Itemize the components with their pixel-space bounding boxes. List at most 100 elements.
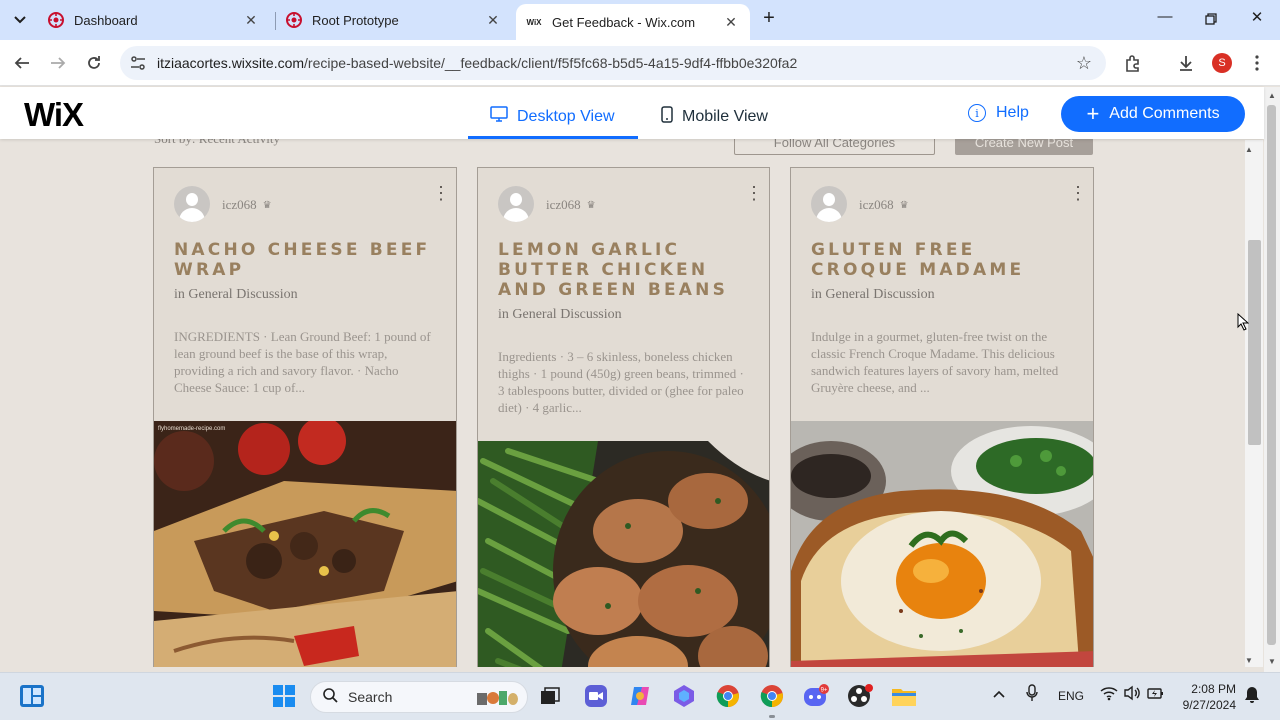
post-title[interactable]: Gluten Free Croque Madame: [811, 240, 1081, 280]
post-title[interactable]: Lemon Garlic Butter Chicken and Green Be…: [498, 240, 760, 300]
forum-page: Sort by: Recent Activity Follow All Cate…: [0, 139, 1264, 667]
tab-close-icon[interactable]: ✕: [722, 14, 740, 31]
author-avatar[interactable]: [174, 186, 210, 222]
crown-icon: ♛: [262, 199, 272, 211]
add-comments-button[interactable]: + Add Comments: [1061, 96, 1245, 132]
restore-icon[interactable]: [1188, 8, 1234, 32]
windows-start-icon[interactable]: [271, 683, 297, 709]
widgets-icon[interactable]: [19, 683, 45, 709]
wix-feedback-header: WiX Desktop View Mobile View i Help + Ad…: [0, 87, 1264, 139]
author-avatar[interactable]: [811, 186, 847, 222]
window-scroll-up-icon[interactable]: ▲: [1268, 91, 1276, 100]
copilot-hex-icon[interactable]: [671, 683, 697, 709]
window-scroll-down-icon[interactable]: ▼: [1268, 657, 1276, 666]
more-options-icon[interactable]: ⋮: [432, 184, 450, 202]
post-card-nacho[interactable]: icz068 ♛ ⋮ Nacho Cheese Beef Wrap in Gen…: [153, 167, 457, 667]
scroll-up-arrow-icon[interactable]: ▲: [1245, 145, 1253, 154]
desktop-view-label: Desktop View: [517, 107, 615, 125]
close-window-icon[interactable]: ✕: [1234, 8, 1280, 32]
zoom-app-icon[interactable]: [583, 683, 609, 709]
tab-get-feedback[interactable]: WiX Get Feedback - Wix.com ✕: [516, 4, 750, 40]
address-bar[interactable]: itziaacortes.wixsite.com/recipe-based-we…: [120, 46, 1106, 80]
mouse-cursor-icon: [1237, 312, 1250, 336]
language-indicator[interactable]: ENG: [1058, 689, 1084, 703]
windows-taskbar: Search 9+ ENG 2:08 PM 9/27/2024: [0, 672, 1280, 720]
clock-date: 9/27/2024: [1182, 698, 1236, 712]
url-text: itziaacortes.wixsite.com/recipe-based-we…: [157, 55, 797, 71]
create-new-post-button[interactable]: Create New Post: [955, 139, 1093, 155]
tab-title: Root Prototype: [312, 12, 399, 28]
more-options-icon[interactable]: ⋮: [1069, 184, 1087, 202]
mobile-view-label: Mobile View: [682, 108, 768, 125]
author-username: icz068: [859, 197, 894, 212]
scroll-down-arrow-icon[interactable]: ▼: [1245, 656, 1253, 665]
site-info-icon[interactable]: [130, 55, 146, 71]
post-excerpt: Indulge in a gourmet, gluten-free twist …: [811, 329, 1059, 395]
task-view-icon[interactable]: [537, 683, 563, 709]
menu-kebab-icon[interactable]: [1246, 52, 1268, 74]
search-highlight-icon: [475, 687, 519, 712]
post-cover-image[interactable]: flyhomemade-recipe.com: [154, 421, 456, 667]
volume-icon[interactable]: [1123, 685, 1141, 704]
notification-bell-icon[interactable]: [1244, 686, 1260, 707]
forward-icon[interactable]: [46, 51, 70, 75]
window-scrollbar-thumb[interactable]: [1267, 105, 1276, 645]
tab-root-prototype[interactable]: Root Prototype ✕: [276, 6, 512, 34]
notification-badge: 9+: [821, 688, 828, 694]
help-button[interactable]: i Help: [968, 104, 1029, 122]
discord-icon[interactable]: 9+: [803, 683, 829, 709]
mobile-view-tab[interactable]: Mobile View: [661, 106, 768, 128]
post-title[interactable]: Nacho Cheese Beef Wrap: [174, 240, 444, 280]
chrome-icon[interactable]: [715, 683, 741, 709]
author-avatar[interactable]: [498, 186, 534, 222]
download-icon[interactable]: [1175, 52, 1197, 74]
system-clock[interactable]: 2:08 PM 9/27/2024: [1180, 681, 1236, 713]
microphone-icon[interactable]: [1026, 684, 1038, 705]
post-excerpt: INGREDIENTS · Lean Ground Beef: 1 pound …: [174, 329, 431, 395]
page-scrollbar-thumb[interactable]: [1248, 240, 1261, 445]
search-icon: [323, 687, 338, 707]
show-hidden-icons-icon[interactable]: [993, 687, 1005, 701]
url-path: /recipe-based-website/__feedback/client/…: [304, 55, 798, 71]
url-host: itziaacortes.wixsite.com: [157, 55, 305, 71]
red-circle-icon: [48, 12, 64, 28]
post-category[interactable]: in General Discussion: [498, 307, 622, 323]
bookmark-star-icon[interactable]: ☆: [1076, 53, 1092, 74]
author-name[interactable]: icz068 ♛: [859, 197, 909, 213]
post-cover-image[interactable]: [478, 441, 769, 667]
taskbar-search[interactable]: Search: [310, 681, 528, 713]
tab-search-icon[interactable]: [8, 8, 32, 32]
tab-dashboard[interactable]: Dashboard ✕: [38, 6, 270, 34]
follow-all-categories-button[interactable]: Follow All Categories: [734, 139, 935, 155]
desktop-view-tab[interactable]: Desktop View: [490, 106, 615, 127]
tab-close-icon[interactable]: ✕: [484, 12, 502, 29]
tab-title: Get Feedback - Wix.com: [552, 14, 696, 30]
file-explorer-icon[interactable]: [891, 683, 917, 709]
sort-by-label[interactable]: Sort by: Recent Activity: [154, 139, 280, 147]
new-tab-icon[interactable]: +: [758, 8, 780, 30]
back-icon[interactable]: [10, 51, 34, 75]
post-category[interactable]: in General Discussion: [811, 287, 935, 303]
post-cover-image[interactable]: [791, 421, 1093, 667]
chrome-active-icon[interactable]: [759, 683, 785, 709]
copilot-icon[interactable]: [627, 683, 653, 709]
author-name[interactable]: icz068 ♛: [546, 197, 596, 213]
obs-icon[interactable]: [847, 683, 873, 709]
post-card-lemon-chicken[interactable]: icz068 ♛ ⋮ Lemon Garlic Butter Chicken a…: [477, 167, 770, 667]
reload-icon[interactable]: [82, 51, 106, 75]
tab-close-icon[interactable]: ✕: [242, 12, 260, 29]
tab-title: Dashboard: [74, 12, 138, 28]
browser-tab-strip: Dashboard ✕ Root Prototype ✕ WiX Get Fee…: [0, 0, 1280, 40]
post-category[interactable]: in General Discussion: [174, 287, 298, 303]
help-label: Help: [996, 104, 1029, 121]
battery-icon[interactable]: [1147, 685, 1165, 704]
wifi-icon[interactable]: [1100, 685, 1118, 704]
author-username: icz068: [546, 197, 581, 212]
minimize-icon[interactable]: —: [1142, 8, 1188, 32]
more-options-icon[interactable]: ⋮: [745, 184, 763, 202]
mobile-icon: [661, 106, 673, 128]
post-card-croque-madame[interactable]: icz068 ♛ ⋮ Gluten Free Croque Madame in …: [790, 167, 1094, 667]
profile-avatar[interactable]: S: [1212, 53, 1232, 73]
author-name[interactable]: icz068 ♛: [222, 197, 272, 213]
extensions-icon[interactable]: [1122, 52, 1144, 74]
